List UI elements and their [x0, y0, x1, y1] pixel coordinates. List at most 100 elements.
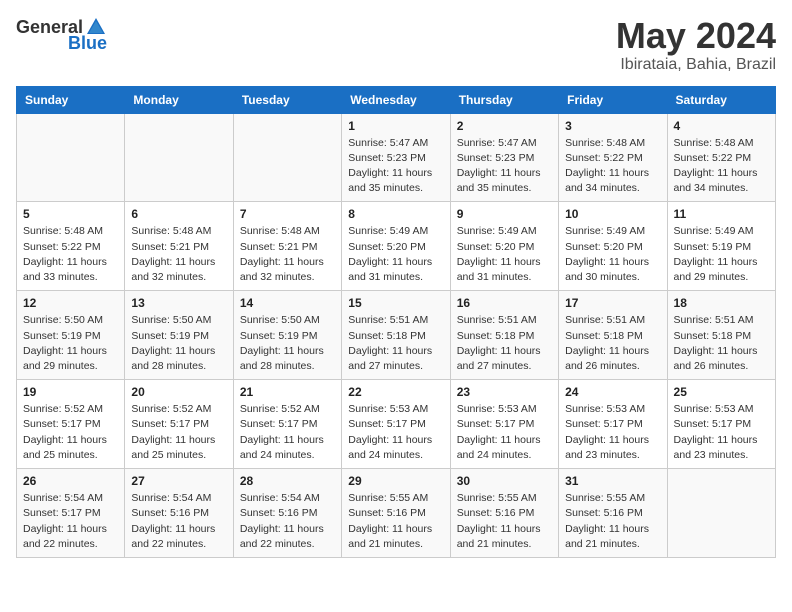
header-tuesday: Tuesday — [233, 86, 341, 113]
day-number: 13 — [131, 296, 226, 310]
day-number: 2 — [457, 119, 552, 133]
header-friday: Friday — [559, 86, 667, 113]
day-cell: 23 Sunrise: 5:53 AM Sunset: 5:17 PM Dayli… — [450, 380, 558, 469]
day-cell: 5 Sunrise: 5:48 AM Sunset: 5:22 PM Daylig… — [17, 202, 125, 291]
day-info: Sunrise: 5:55 AM Sunset: 5:16 PM Dayligh… — [348, 491, 443, 552]
day-info: Sunrise: 5:47 AM Sunset: 5:23 PM Dayligh… — [457, 136, 552, 197]
day-cell: 21 Sunrise: 5:52 AM Sunset: 5:17 PM Dayli… — [233, 380, 341, 469]
day-cell: 28Sunrise: 5:54 AM Sunset: 5:16 PM Dayli… — [233, 469, 341, 558]
day-number: 4 — [674, 119, 769, 133]
header-saturday: Saturday — [667, 86, 775, 113]
day-info: Sunrise: 5:48 AM Sunset: 5:22 PM Dayligh… — [23, 224, 118, 285]
logo: General Blue — [16, 16, 107, 52]
day-number: 17 — [565, 296, 660, 310]
title-area: May 2024 Ibirataia, Bahia, Brazil — [616, 16, 776, 74]
day-info: Sunrise: 5:53 AM Sunset: 5:17 PM Dayligh… — [674, 402, 769, 463]
day-info: Sunrise: 5:48 AM Sunset: 5:21 PM Dayligh… — [131, 224, 226, 285]
day-number: 25 — [674, 385, 769, 399]
week-row-2: 12 Sunrise: 5:50 AM Sunset: 5:19 PM Dayli… — [17, 291, 776, 380]
weekday-header-row: Sunday Monday Tuesday Wednesday Thursday… — [17, 86, 776, 113]
day-number: 10 — [565, 207, 660, 221]
day-cell: 12 Sunrise: 5:50 AM Sunset: 5:19 PM Dayli… — [17, 291, 125, 380]
day-number: 3 — [565, 119, 660, 133]
day-cell: 1Sunrise: 5:47 AM Sunset: 5:23 PM Daylig… — [342, 113, 450, 202]
day-cell: 3 Sunrise: 5:48 AM Sunset: 5:22 PM Daylig… — [559, 113, 667, 202]
day-info: Sunrise: 5:51 AM Sunset: 5:18 PM Dayligh… — [457, 313, 552, 374]
day-number: 14 — [240, 296, 335, 310]
header-wednesday: Wednesday — [342, 86, 450, 113]
day-cell: 4 Sunrise: 5:48 AM Sunset: 5:22 PM Daylig… — [667, 113, 775, 202]
day-info: Sunrise: 5:54 AM Sunset: 5:17 PM Dayligh… — [23, 491, 118, 552]
day-number: 23 — [457, 385, 552, 399]
header-thursday: Thursday — [450, 86, 558, 113]
day-info: Sunrise: 5:51 AM Sunset: 5:18 PM Dayligh… — [565, 313, 660, 374]
day-info: Sunrise: 5:55 AM Sunset: 5:16 PM Dayligh… — [457, 491, 552, 552]
day-number: 1 — [348, 119, 443, 133]
month-title: May 2024 — [616, 16, 776, 56]
day-number: 21 — [240, 385, 335, 399]
day-info: Sunrise: 5:53 AM Sunset: 5:17 PM Dayligh… — [457, 402, 552, 463]
day-info: Sunrise: 5:49 AM Sunset: 5:20 PM Dayligh… — [457, 224, 552, 285]
day-number: 12 — [23, 296, 118, 310]
day-info: Sunrise: 5:50 AM Sunset: 5:19 PM Dayligh… — [131, 313, 226, 374]
day-info: Sunrise: 5:49 AM Sunset: 5:19 PM Dayligh… — [674, 224, 769, 285]
day-number: 28 — [240, 474, 335, 488]
day-number: 15 — [348, 296, 443, 310]
day-cell: 7 Sunrise: 5:48 AM Sunset: 5:21 PM Daylig… — [233, 202, 341, 291]
day-cell: 24 Sunrise: 5:53 AM Sunset: 5:17 PM Dayli… — [559, 380, 667, 469]
day-cell: 22 Sunrise: 5:53 AM Sunset: 5:17 PM Dayli… — [342, 380, 450, 469]
day-cell: 18Sunrise: 5:51 AM Sunset: 5:18 PM Dayli… — [667, 291, 775, 380]
day-info: Sunrise: 5:49 AM Sunset: 5:20 PM Dayligh… — [348, 224, 443, 285]
header-monday: Monday — [125, 86, 233, 113]
day-cell: 26Sunrise: 5:54 AM Sunset: 5:17 PM Dayli… — [17, 469, 125, 558]
day-cell: 16 Sunrise: 5:51 AM Sunset: 5:18 PM Dayli… — [450, 291, 558, 380]
day-info: Sunrise: 5:52 AM Sunset: 5:17 PM Dayligh… — [23, 402, 118, 463]
day-number: 24 — [565, 385, 660, 399]
day-info: Sunrise: 5:48 AM Sunset: 5:22 PM Dayligh… — [674, 136, 769, 197]
day-cell: 13 Sunrise: 5:50 AM Sunset: 5:19 PM Dayli… — [125, 291, 233, 380]
week-row-3: 19 Sunrise: 5:52 AM Sunset: 5:17 PM Dayli… — [17, 380, 776, 469]
day-number: 9 — [457, 207, 552, 221]
day-cell: 8 Sunrise: 5:49 AM Sunset: 5:20 PM Daylig… — [342, 202, 450, 291]
day-cell: 29 Sunrise: 5:55 AM Sunset: 5:16 PM Dayli… — [342, 469, 450, 558]
day-info: Sunrise: 5:54 AM Sunset: 5:16 PM Dayligh… — [131, 491, 226, 552]
day-cell: 19 Sunrise: 5:52 AM Sunset: 5:17 PM Dayli… — [17, 380, 125, 469]
day-number: 7 — [240, 207, 335, 221]
day-number: 16 — [457, 296, 552, 310]
day-number: 22 — [348, 385, 443, 399]
page-header: General Blue May 2024 Ibirataia, Bahia, … — [16, 16, 776, 74]
day-info: Sunrise: 5:49 AM Sunset: 5:20 PM Dayligh… — [565, 224, 660, 285]
day-info: Sunrise: 5:50 AM Sunset: 5:19 PM Dayligh… — [23, 313, 118, 374]
day-number: 8 — [348, 207, 443, 221]
day-number: 18 — [674, 296, 769, 310]
day-info: Sunrise: 5:52 AM Sunset: 5:17 PM Dayligh… — [240, 402, 335, 463]
day-info: Sunrise: 5:53 AM Sunset: 5:17 PM Dayligh… — [565, 402, 660, 463]
day-cell: 10 Sunrise: 5:49 AM Sunset: 5:20 PM Dayli… — [559, 202, 667, 291]
day-number: 20 — [131, 385, 226, 399]
day-cell: 17 Sunrise: 5:51 AM Sunset: 5:18 PM Dayli… — [559, 291, 667, 380]
day-cell: 2 Sunrise: 5:47 AM Sunset: 5:23 PM Daylig… — [450, 113, 558, 202]
day-info: Sunrise: 5:48 AM Sunset: 5:21 PM Dayligh… — [240, 224, 335, 285]
day-cell: 20 Sunrise: 5:52 AM Sunset: 5:17 PM Dayli… — [125, 380, 233, 469]
day-cell: 15Sunrise: 5:51 AM Sunset: 5:18 PM Dayli… — [342, 291, 450, 380]
logo-blue: Blue — [68, 34, 107, 52]
day-cell: 9 Sunrise: 5:49 AM Sunset: 5:20 PM Daylig… — [450, 202, 558, 291]
day-number: 11 — [674, 207, 769, 221]
day-cell — [667, 469, 775, 558]
day-info: Sunrise: 5:50 AM Sunset: 5:19 PM Dayligh… — [240, 313, 335, 374]
location-title: Ibirataia, Bahia, Brazil — [616, 56, 776, 74]
day-info: Sunrise: 5:55 AM Sunset: 5:16 PM Dayligh… — [565, 491, 660, 552]
day-number: 19 — [23, 385, 118, 399]
day-info: Sunrise: 5:52 AM Sunset: 5:17 PM Dayligh… — [131, 402, 226, 463]
day-info: Sunrise: 5:53 AM Sunset: 5:17 PM Dayligh… — [348, 402, 443, 463]
day-cell: 14 Sunrise: 5:50 AM Sunset: 5:19 PM Dayli… — [233, 291, 341, 380]
day-number: 29 — [348, 474, 443, 488]
day-number: 30 — [457, 474, 552, 488]
day-cell: 31Sunrise: 5:55 AM Sunset: 5:16 PM Dayli… — [559, 469, 667, 558]
day-cell: 6Sunrise: 5:48 AM Sunset: 5:21 PM Daylig… — [125, 202, 233, 291]
day-info: Sunrise: 5:48 AM Sunset: 5:22 PM Dayligh… — [565, 136, 660, 197]
day-number: 5 — [23, 207, 118, 221]
week-row-0: 1 Sunrise: 5:47 AM Sunset: 5:23 PM Daylig… — [17, 113, 776, 202]
week-row-1: 5 Sunrise: 5:48 AM Sunset: 5:22 PM Daylig… — [17, 202, 776, 291]
day-cell: 27Sunrise: 5:54 AM Sunset: 5:16 PM Dayli… — [125, 469, 233, 558]
